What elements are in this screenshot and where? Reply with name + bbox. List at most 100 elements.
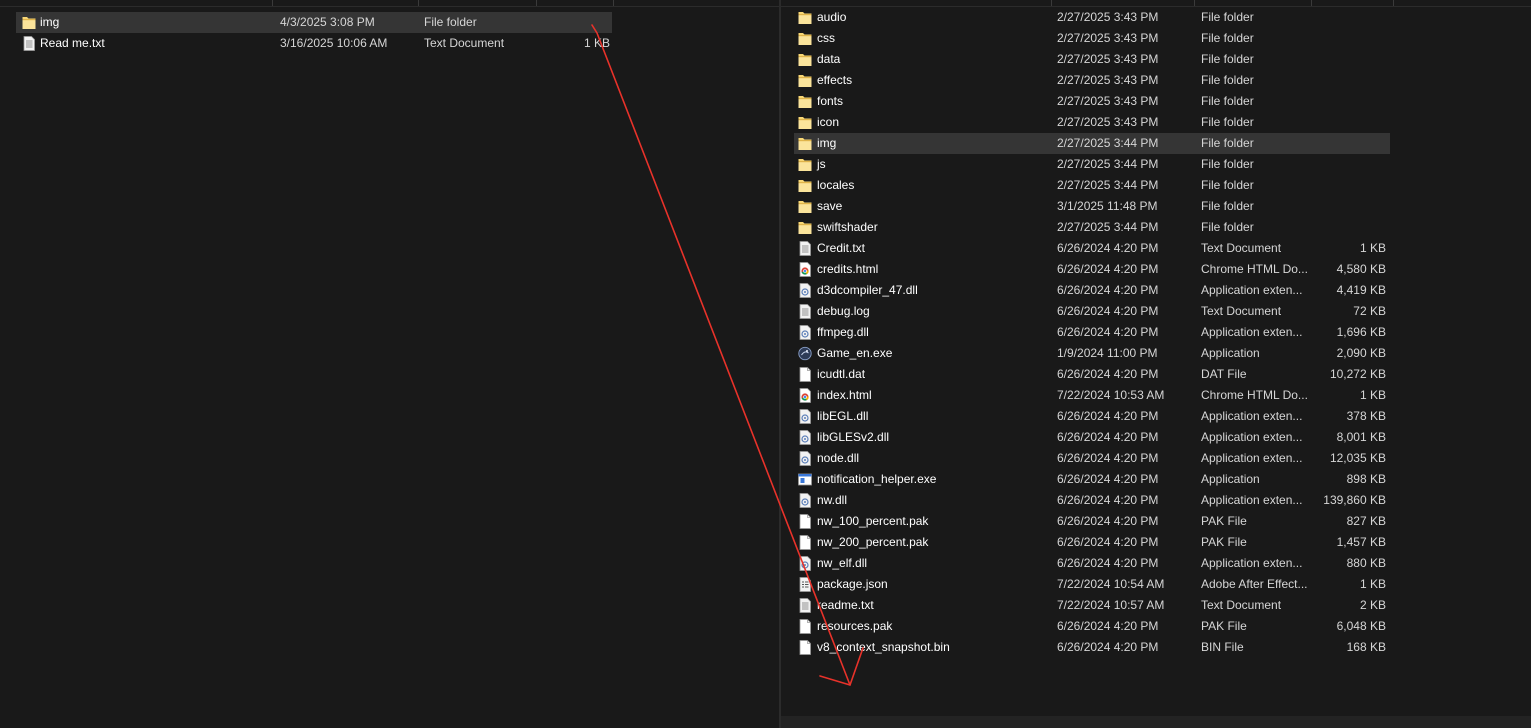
file-name: node.dll (817, 451, 860, 465)
file-date-modified: 6/26/2024 4:20 PM (1057, 262, 1159, 276)
folder-icon (798, 178, 812, 193)
file-date-modified: 6/26/2024 4:20 PM (1057, 304, 1159, 318)
file-date-modified: 6/26/2024 4:20 PM (1057, 640, 1159, 654)
file-type: File folder (1201, 10, 1254, 24)
file-row[interactable]: icudtl.dat 6/26/2024 4:20 PM DAT File 10,27… (794, 364, 1390, 385)
file-row[interactable]: readme.txt 7/22/2024 10:57 AM Text Documen… (794, 595, 1390, 616)
file-row[interactable]: resources.pak 6/26/2024 4:20 PM PAK File 6,… (794, 616, 1390, 637)
file-row[interactable]: Credit.txt 6/26/2024 4:20 PM Text Document… (794, 238, 1390, 259)
file-type: Application (1201, 472, 1260, 486)
file-name: nw_100_percent.pak (817, 514, 929, 528)
left-column-header-strip[interactable] (0, 0, 779, 7)
dll-icon (798, 430, 812, 445)
file-row[interactable]: nw_100_percent.pak 6/26/2024 4:20 PM PAK F… (794, 511, 1390, 532)
file-name: package.json (817, 577, 888, 591)
file-date-modified: 4/3/2025 3:08 PM (280, 15, 375, 29)
file-row[interactable]: img 4/3/2025 3:08 PM File folder (16, 12, 612, 33)
file-type: File folder (1201, 199, 1254, 213)
file-size (1296, 70, 1386, 91)
file-row[interactable]: nw.dll 6/26/2024 4:20 PM Application exten… (794, 490, 1390, 511)
file-row[interactable]: swiftshader 2/27/2025 3:44 PM File folder (794, 217, 1390, 238)
file-date-modified: 2/27/2025 3:43 PM (1057, 52, 1159, 66)
file-name: credits.html (817, 262, 879, 276)
file-name: icon (817, 115, 840, 129)
column-divider[interactable] (418, 0, 419, 6)
file-row[interactable]: data 2/27/2025 3:43 PM File folder (794, 49, 1390, 70)
file-type: Application exten... (1201, 325, 1303, 339)
column-divider[interactable] (1194, 0, 1195, 6)
file-row[interactable]: css 2/27/2025 3:43 PM File folder (794, 28, 1390, 49)
column-divider[interactable] (613, 0, 614, 6)
file-name: Game_en.exe (817, 346, 893, 360)
blank-file-icon (798, 619, 812, 634)
file-row[interactable]: locales 2/27/2025 3:44 PM File folder (794, 175, 1390, 196)
file-row[interactable]: node.dll 6/26/2024 4:20 PM Application ext… (794, 448, 1390, 469)
file-row[interactable]: index.html 7/22/2024 10:53 AM Chrome HTML … (794, 385, 1390, 406)
game-app-icon (798, 346, 812, 361)
exe-window-icon (798, 472, 812, 487)
file-type: File folder (1201, 157, 1254, 171)
folder-icon (22, 15, 36, 30)
file-row[interactable]: nw_elf.dll 6/26/2024 4:20 PM Application e… (794, 553, 1390, 574)
file-name: audio (817, 10, 847, 24)
file-size: 168 KB (1346, 640, 1386, 654)
text-file-icon (798, 598, 812, 613)
file-row[interactable]: save 3/1/2025 11:48 PM File folder (794, 196, 1390, 217)
file-row[interactable]: libEGL.dll 6/26/2024 4:20 PM Application e… (794, 406, 1390, 427)
file-type: Text Document (1201, 304, 1282, 318)
column-divider[interactable] (1311, 0, 1312, 6)
file-date-modified: 6/26/2024 4:20 PM (1057, 493, 1159, 507)
file-size: 2,090 KB (1336, 346, 1386, 360)
file-type: File folder (1201, 136, 1254, 150)
file-row[interactable]: Game_en.exe 1/9/2024 11:00 PM Application 2… (794, 343, 1390, 364)
file-row[interactable]: credits.html 6/26/2024 4:20 PM Chrome HTML… (794, 259, 1390, 280)
column-divider[interactable] (536, 0, 537, 6)
right-column-header-strip[interactable] (781, 0, 1531, 7)
file-row[interactable]: ffmpeg.dll 6/26/2024 4:20 PM Application e… (794, 322, 1390, 343)
file-size: 10,272 KB (1329, 367, 1386, 381)
file-name: nw_elf.dll (817, 556, 868, 570)
file-size: 8,001 KB (1336, 430, 1386, 444)
column-divider[interactable] (272, 0, 273, 6)
file-size (1296, 217, 1386, 238)
file-row[interactable]: Read me.txt 3/16/2025 10:06 AM Text Docume… (16, 33, 612, 54)
file-row[interactable]: debug.log 6/26/2024 4:20 PM Text Document 7… (794, 301, 1390, 322)
file-size: 2 KB (1359, 598, 1386, 612)
file-name: resources.pak (817, 619, 893, 633)
file-date-modified: 2/27/2025 3:43 PM (1057, 115, 1159, 129)
file-name: libGLESv2.dll (817, 430, 890, 444)
file-row[interactable]: js 2/27/2025 3:44 PM File folder (794, 154, 1390, 175)
dll-icon (798, 325, 812, 340)
file-name: ffmpeg.dll (817, 325, 869, 339)
file-type: Application (1201, 346, 1260, 360)
file-row[interactable]: audio 2/27/2025 3:43 PM File folder (794, 7, 1390, 28)
file-type: Chrome HTML Do... (1201, 262, 1308, 276)
file-row[interactable]: nw_200_percent.pak 6/26/2024 4:20 PM PAK F… (794, 532, 1390, 553)
file-row[interactable]: effects 2/27/2025 3:43 PM File folder (794, 70, 1390, 91)
file-type: Text Document (424, 36, 505, 50)
file-date-modified: 6/26/2024 4:20 PM (1057, 283, 1159, 297)
file-row[interactable]: fonts 2/27/2025 3:43 PM File folder (794, 91, 1390, 112)
left-explorer-pane: img 4/3/2025 3:08 PM File folder Read me.tx… (0, 0, 779, 728)
file-row[interactable]: v8_context_snapshot.bin 6/26/2024 4:20 PM… (794, 637, 1390, 658)
dll-icon (798, 409, 812, 424)
file-name: readme.txt (817, 598, 874, 612)
file-row[interactable]: libGLESv2.dll 6/26/2024 4:20 PM Applicatio… (794, 427, 1390, 448)
file-name: icudtl.dat (817, 367, 866, 381)
file-type: PAK File (1201, 619, 1247, 633)
file-size: 1 KB (1359, 388, 1386, 402)
file-size (1296, 49, 1386, 70)
folder-icon (798, 157, 812, 172)
file-row[interactable]: img 2/27/2025 3:44 PM File folder (794, 133, 1390, 154)
file-name: fonts (817, 94, 844, 108)
column-divider[interactable] (1393, 0, 1394, 6)
column-divider[interactable] (1051, 0, 1052, 6)
file-row[interactable]: notification_helper.exe 6/26/2024 4:20 PM… (794, 469, 1390, 490)
file-row[interactable]: icon 2/27/2025 3:43 PM File folder (794, 112, 1390, 133)
file-size: 880 KB (1346, 556, 1386, 570)
horizontal-scrollbar[interactable] (781, 716, 1531, 728)
file-date-modified: 6/26/2024 4:20 PM (1057, 556, 1159, 570)
file-row[interactable]: package.json 7/22/2024 10:54 AM Adobe Afte… (794, 574, 1390, 595)
file-size: 12,035 KB (1329, 451, 1386, 465)
file-row[interactable]: d3dcompiler_47.dll 6/26/2024 4:20 PM Appli… (794, 280, 1390, 301)
